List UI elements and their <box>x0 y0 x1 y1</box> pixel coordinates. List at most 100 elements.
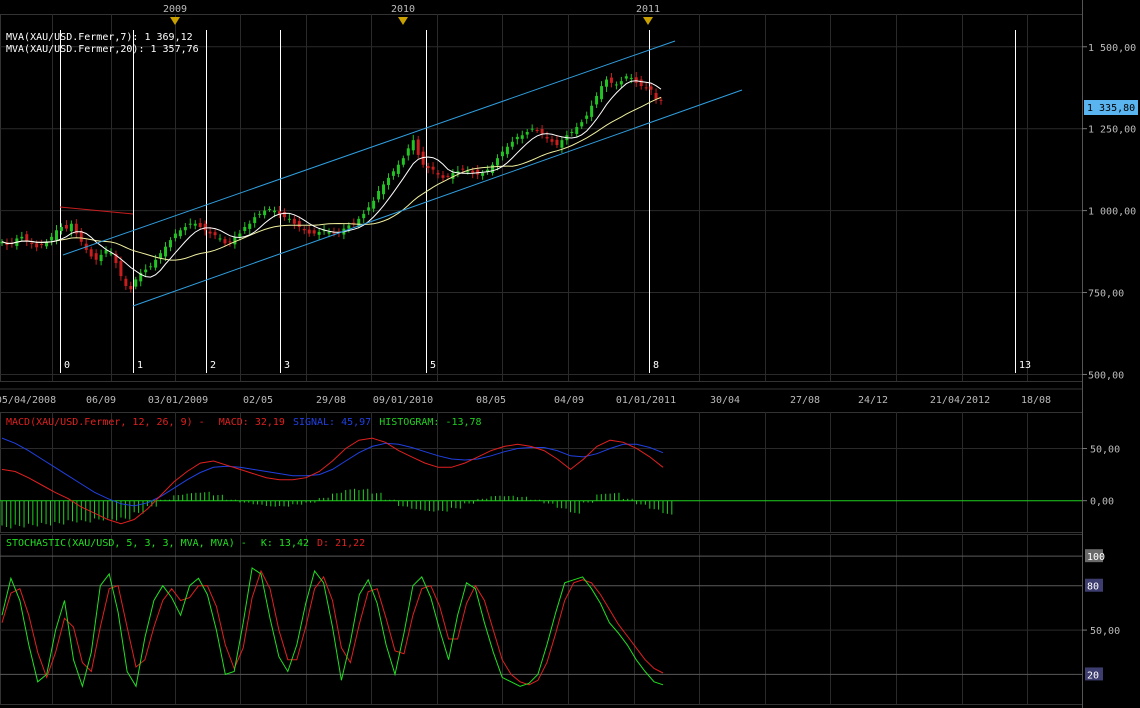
candle-body <box>144 269 148 273</box>
candle-body <box>580 122 584 127</box>
stoch-legend: STOCHASTIC(XAU/USD, 5, 3, 3, MVA, MVA) -… <box>6 538 365 549</box>
candle-body <box>134 279 138 287</box>
candle-body <box>560 140 564 148</box>
candle-body <box>64 225 68 229</box>
candle-body <box>253 217 257 224</box>
candle-body <box>595 95 599 105</box>
candle-body <box>55 230 59 241</box>
candle-body <box>446 175 450 177</box>
candle-body <box>362 213 366 219</box>
candle-body <box>35 243 39 248</box>
stoch-y-tick-label: 80 <box>1087 582 1099 593</box>
candle-body <box>263 210 267 216</box>
macd-legend: MACD(XAU/USD.Fermer, 12, 26, 9) - MACD: … <box>6 417 482 428</box>
candle-body <box>401 158 405 165</box>
candle-body <box>69 223 73 232</box>
candle-body <box>649 86 653 90</box>
candle-body <box>317 231 321 235</box>
mva-legend: MVA(XAU/USD.Fermer,20): 1 357,76 <box>6 44 199 55</box>
year-label: 2011 <box>636 4 660 15</box>
candle-body <box>466 171 470 173</box>
date-label: 04/09 <box>554 395 584 406</box>
candle-body <box>312 230 316 234</box>
candle-body <box>40 244 44 246</box>
candle-body <box>600 86 604 100</box>
candle-body <box>94 253 98 260</box>
candles <box>0 71 663 293</box>
stoch-y-tick-label: 50,00 <box>1090 626 1120 637</box>
candle-body <box>238 233 242 237</box>
year-marker-triangle <box>170 17 180 25</box>
candle-body <box>604 79 608 87</box>
y-tick-label: 1 500,00 <box>1088 43 1136 54</box>
candle-body <box>178 230 182 237</box>
mva-legend: MVA(XAU/USD.Fermer,7): 1 369,12 <box>6 32 193 43</box>
year-marker-triangle <box>398 17 408 25</box>
candle-body <box>614 84 618 86</box>
candle-body <box>332 232 336 234</box>
candle-body <box>124 278 128 286</box>
candle-body <box>416 139 420 155</box>
date-label: 08/05 <box>476 395 506 406</box>
mva7-line <box>1 80 662 278</box>
candle-body <box>287 218 291 220</box>
last-value-label: 1 335,80 <box>1087 103 1135 114</box>
candle-body <box>377 190 381 200</box>
candle-body <box>327 231 331 234</box>
date-label: 05/04/2008 <box>0 395 56 406</box>
panel-frame <box>0 534 1083 705</box>
candle-body <box>461 168 465 170</box>
candle-body <box>530 128 534 130</box>
candle-body <box>550 139 554 142</box>
candle-body <box>119 261 123 277</box>
candle-body <box>520 135 524 139</box>
candle-body <box>491 164 495 173</box>
wave-label: 13 <box>1019 360 1031 371</box>
stoch-k-value-span: K: 13,42 <box>261 538 309 549</box>
candle-body <box>495 158 499 166</box>
macd-histogram <box>1 488 673 529</box>
candle-body <box>173 233 177 239</box>
candle-body <box>268 208 272 210</box>
candle-body <box>198 223 202 227</box>
candle-body <box>426 166 430 169</box>
date-label: 03/01/2009 <box>148 395 208 406</box>
macd-y-tick-label: 0,00 <box>1090 497 1114 508</box>
candle-body <box>575 127 579 134</box>
candle-body <box>292 218 296 224</box>
candle-body <box>639 79 643 87</box>
candle-body <box>367 207 371 211</box>
wave-label: 8 <box>653 360 659 371</box>
y-tick-label: 1 250,00 <box>1088 125 1136 136</box>
candle-body <box>258 213 262 215</box>
candle-body <box>629 77 633 79</box>
candle-body <box>515 136 519 140</box>
stoch-y-tick-label: 20 <box>1087 670 1099 681</box>
y-tick-label: 1 000,00 <box>1088 207 1136 218</box>
wave-label: 3 <box>284 360 290 371</box>
candle-body <box>20 236 24 239</box>
macd-title-span: MACD(XAU/USD.Fermer, 12, 26, 9) - <box>6 417 211 428</box>
candle-body <box>525 131 529 135</box>
candle-body <box>659 99 663 101</box>
y-tick-label: 750,00 <box>1088 289 1124 300</box>
wave-label: 2 <box>210 360 216 371</box>
year-label: 2009 <box>163 4 187 15</box>
candle-body <box>382 184 386 195</box>
candle-body <box>545 136 549 139</box>
candle-body <box>624 76 628 79</box>
candle-body <box>396 164 400 174</box>
candle-body <box>30 242 34 245</box>
candle-body <box>431 166 435 170</box>
candle-body <box>243 226 247 231</box>
stoch-d-value-span: D: 21,22 <box>317 538 365 549</box>
candle-body <box>590 105 594 117</box>
candle-body <box>233 236 237 245</box>
candle-body <box>193 223 197 226</box>
candle-body <box>540 129 544 134</box>
candle-body <box>441 175 445 178</box>
date-label: 01/01/2011 <box>616 395 676 406</box>
candle-body <box>372 200 376 209</box>
candle-body <box>500 151 504 157</box>
candle-body <box>302 228 306 231</box>
